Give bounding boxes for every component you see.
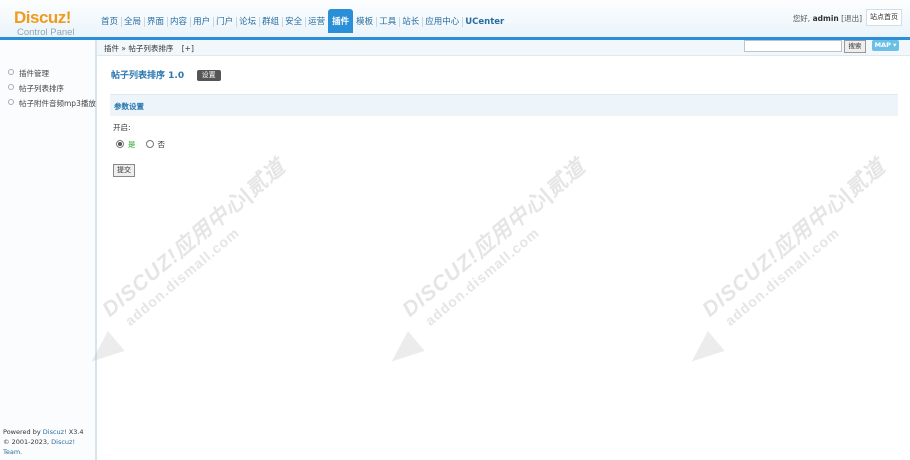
copyright-prefix: © 2001-2023, <box>3 438 50 446</box>
section-title: 参数设置 <box>114 102 144 111</box>
title-row: 帖子列表排序 1.0 设置 <box>111 68 221 81</box>
nav-portal[interactable]: 门户 <box>213 11 236 33</box>
sidebar-footer: Powered by Discuz! X3.4 © 2001-2023, Dis… <box>3 427 95 457</box>
nav-webmaster[interactable]: 站长 <box>399 11 422 33</box>
nav-operations[interactable]: 运营 <box>305 11 328 33</box>
main-content: 帖子列表排序 1.0 设置 参数设置 开启: 是否 提交 <box>97 56 910 460</box>
radio-no-label[interactable]: 否 <box>158 140 166 149</box>
map-button[interactable]: MAP ▾ <box>872 40 899 51</box>
logo[interactable]: Discuz! Control Panel <box>14 8 94 39</box>
radio-no[interactable] <box>145 140 154 148</box>
nav-security[interactable]: 安全 <box>282 11 305 33</box>
username: admin <box>812 14 839 23</box>
bullet-icon <box>8 84 14 90</box>
bullet-icon <box>8 69 14 75</box>
search-input[interactable] <box>744 40 842 52</box>
search-button[interactable]: 搜索 <box>844 40 866 53</box>
nav-tools[interactable]: 工具 <box>376 11 399 33</box>
nav-app-center[interactable]: 应用中心 <box>422 11 462 33</box>
logo-brand: Discuz! <box>14 8 71 27</box>
nav-templates[interactable]: 模板 <box>353 11 376 33</box>
sidebar-item-label: 插件管理 <box>19 69 49 78</box>
bullet-icon <box>8 99 14 105</box>
chevron-down-icon: ▾ <box>893 41 897 49</box>
version: X3.4 <box>68 428 84 436</box>
radio-yes-label[interactable]: 是 <box>128 140 136 149</box>
breadcrumb-toggle[interactable]: [+] <box>182 44 194 53</box>
logout-link[interactable]: [退出] <box>841 14 862 23</box>
field-label-enable: 开启: <box>113 123 131 132</box>
header: Discuz! Control Panel 首页 全局 界面 内容 用户 门户 … <box>0 0 910 40</box>
sidebar-item-label: 帖子列表排序 <box>19 84 64 93</box>
breadcrumb-bar: 插件 » 帖子列表排序 [+] 搜索 MAP ▾ <box>97 40 910 56</box>
sidebar: 插件管理 帖子列表排序 帖子附件音频mp3播放 Powered by Discu… <box>0 40 97 460</box>
submit-button[interactable]: 提交 <box>113 164 135 177</box>
sidebar-item-plugin-management[interactable]: 插件管理 <box>0 66 96 81</box>
powered-prefix: Powered by <box>3 428 41 436</box>
nav-global[interactable]: 全局 <box>121 11 144 33</box>
top-navigation: 首页 全局 界面 内容 用户 门户 论坛 群组 安全 运营 插件 模板 工具 站… <box>98 9 507 33</box>
breadcrumb-text[interactable]: 插件 » 帖子列表排序 <box>104 44 173 53</box>
breadcrumb: 插件 » 帖子列表排序 [+] <box>104 43 194 54</box>
nav-home[interactable]: 首页 <box>98 11 121 33</box>
greeting: 您好, <box>792 14 811 23</box>
powered-link[interactable]: Discuz! <box>43 428 67 436</box>
logo-subtitle: Control Panel <box>17 27 75 38</box>
nav-interface[interactable]: 界面 <box>144 11 167 33</box>
user-bar: 您好, admin [退出] <box>793 13 862 24</box>
settings-button[interactable]: 设置 <box>196 70 221 81</box>
section-header: 参数设置 <box>110 94 898 116</box>
radio-yes[interactable] <box>116 140 124 148</box>
sidebar-menu: 插件管理 帖子列表排序 帖子附件音频mp3播放 <box>0 66 96 111</box>
nav-users[interactable]: 用户 <box>190 11 213 33</box>
powered-by: Powered by Discuz! X3.4 <box>3 427 95 437</box>
copyright: © 2001-2023, Discuz! Team. <box>3 437 95 457</box>
nav-ucenter[interactable]: UCenter <box>462 11 507 33</box>
enable-radio-group: 是否 <box>116 139 165 150</box>
sidebar-item-thread-sort[interactable]: 帖子列表排序 <box>0 81 96 96</box>
nav-plugins[interactable]: 插件 <box>328 9 354 33</box>
nav-groups[interactable]: 群组 <box>259 11 282 33</box>
map-label: MAP <box>874 41 891 49</box>
nav-forum[interactable]: 论坛 <box>236 11 259 33</box>
plugin-title: 帖子列表排序 1.0 <box>111 71 185 81</box>
site-home-button[interactable]: 站点首页 <box>866 9 902 26</box>
nav-content[interactable]: 内容 <box>167 11 190 33</box>
sidebar-item-mp3-player[interactable]: 帖子附件音频mp3播放 <box>0 96 96 111</box>
sidebar-item-label: 帖子附件音频mp3播放 <box>19 99 96 108</box>
